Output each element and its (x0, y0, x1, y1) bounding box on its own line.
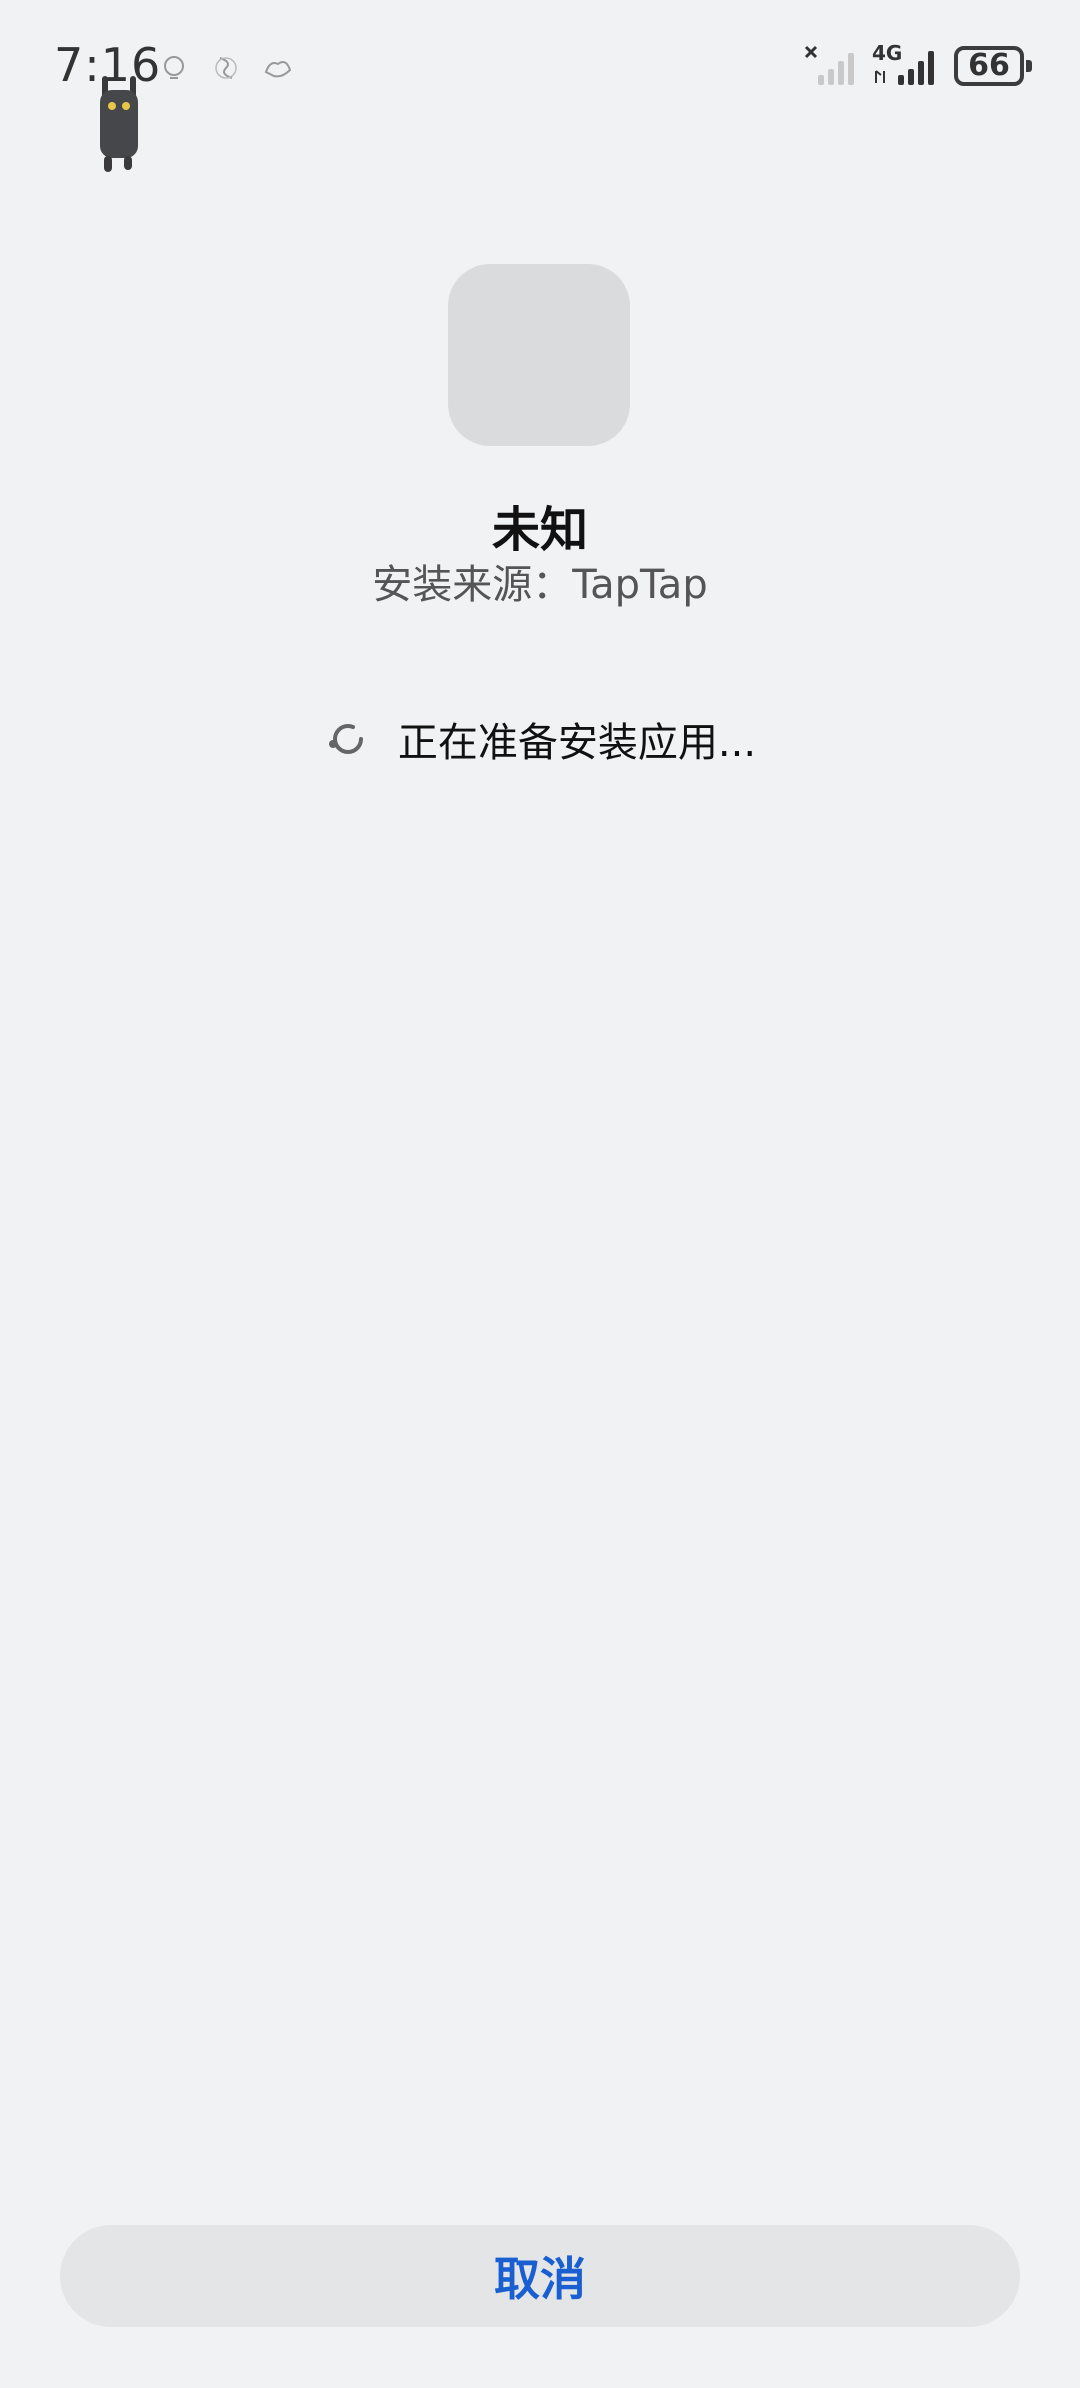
battery-level: 66 (968, 48, 1010, 83)
install-status: 正在准备安装应用... (0, 710, 1080, 768)
app-name: 未知 (491, 502, 588, 558)
signal-4g-icon: 4G (872, 41, 942, 87)
install-source: 安装来源：TapTap (372, 562, 708, 608)
cat-sticker-icon (100, 76, 138, 172)
battery-icon: 66 (954, 46, 1032, 86)
app-icon-placeholder (448, 264, 630, 446)
loading-spinner-icon (328, 724, 363, 754)
no-signal-sim1-icon (804, 45, 854, 85)
status-bar: 7:16 4G 66 (0, 0, 1080, 172)
system-status-icons: 4G 66 (804, 41, 1032, 88)
cancel-button[interactable]: 取消 (60, 2225, 1020, 2327)
notification-icon-2 (215, 57, 237, 79)
notification-icon-3 (264, 61, 292, 78)
notification-icon-1 (164, 56, 184, 79)
notification-icons (158, 52, 294, 84)
install-status-text: 正在准备安装应用... (397, 720, 757, 766)
